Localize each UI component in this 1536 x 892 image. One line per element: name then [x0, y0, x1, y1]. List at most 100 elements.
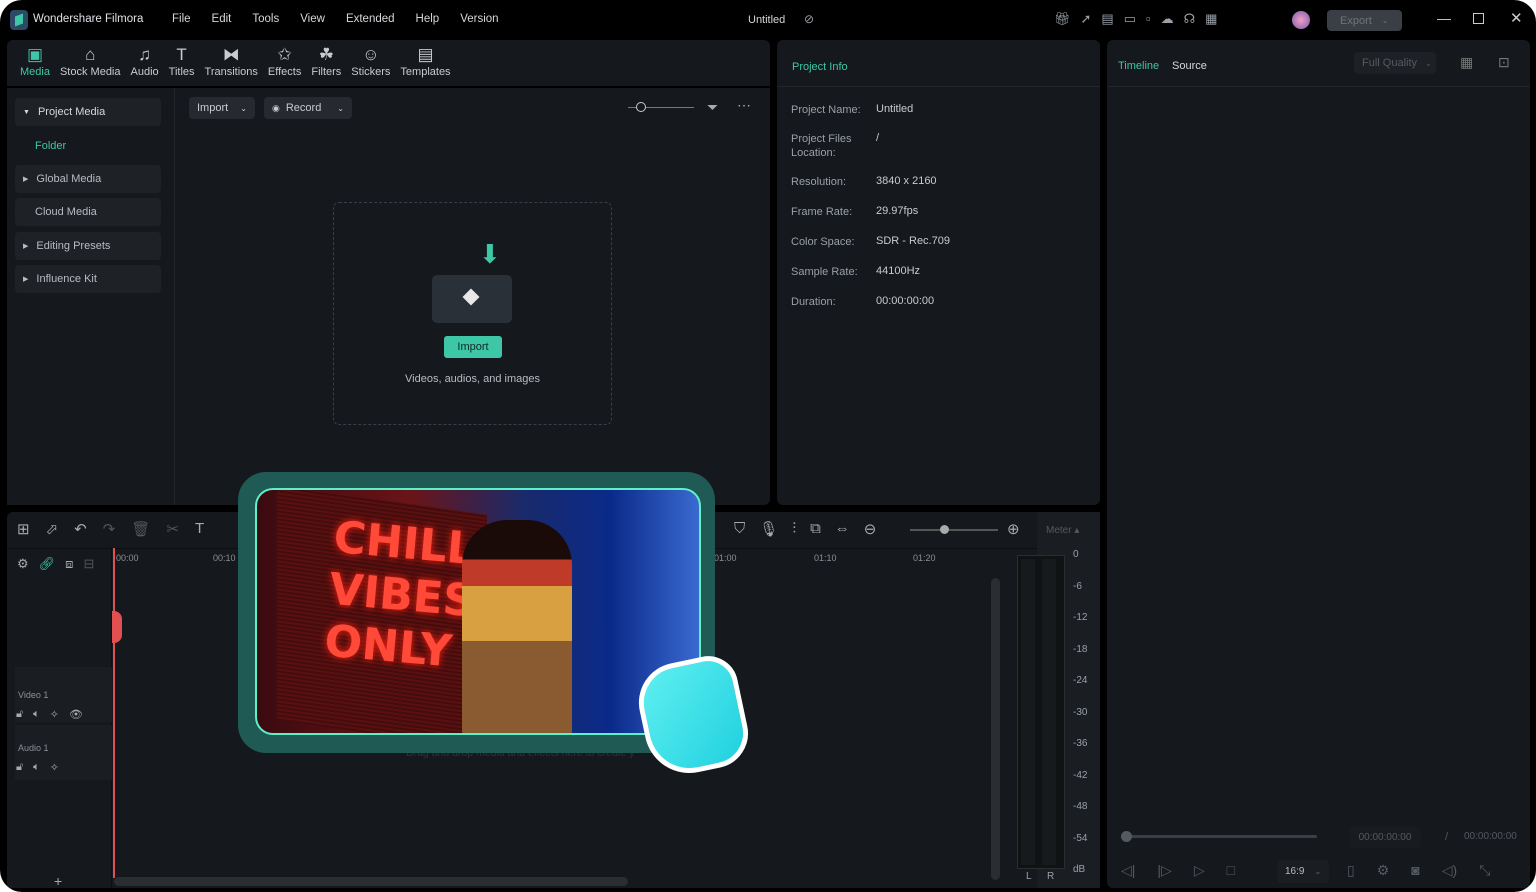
- media-drop-zone[interactable]: ⬇ Import Videos, audios, and images: [333, 202, 612, 425]
- select-tool-icon[interactable]: ⬀: [46, 520, 59, 538]
- menu-view[interactable]: View: [300, 13, 325, 25]
- volume-icon[interactable]: ◁): [1442, 862, 1457, 879]
- undo-icon[interactable]: ↶: [74, 520, 87, 538]
- horizontal-scrollbar[interactable]: [114, 877, 628, 886]
- fullscreen-icon[interactable]: ⤡: [1479, 862, 1490, 879]
- zoom-slider[interactable]: [910, 525, 998, 534]
- send-icon[interactable]: ➚: [1081, 11, 1092, 27]
- waveform-icon[interactable]: ⊡: [1498, 54, 1510, 71]
- thumbnail-size-slider[interactable]: [628, 102, 694, 112]
- fit-icon[interactable]: ⇔: [835, 520, 850, 538]
- import-button[interactable]: Import: [444, 336, 502, 358]
- delete-icon[interactable]: 🗑︎: [131, 520, 150, 538]
- folder-icon: [432, 275, 512, 323]
- record-dropdown[interactable]: ◉ Record ⌄: [264, 97, 352, 119]
- export-button[interactable]: Export ⌄: [1327, 10, 1402, 31]
- mixer-icon[interactable]: ⫶: [792, 520, 796, 538]
- close-icon[interactable]: ✕: [1510, 9, 1523, 27]
- magic-icon[interactable]: ✧: [50, 708, 59, 721]
- snapshot-icon[interactable]: ◙: [1411, 862, 1419, 879]
- tab-timeline[interactable]: Timeline: [1118, 60, 1159, 72]
- eye-icon[interactable]: 👁︎: [69, 708, 83, 721]
- menu-file[interactable]: File: [172, 13, 191, 25]
- tab-source[interactable]: Source: [1172, 60, 1207, 72]
- import-dropdown[interactable]: Import ⌄: [189, 97, 255, 119]
- minimize-icon[interactable]: —: [1437, 10, 1451, 26]
- chevron-down-icon: ⌄: [240, 103, 247, 113]
- quality-dropdown[interactable]: Full Quality ⌄: [1354, 52, 1436, 74]
- more-icon[interactable]: ⋯: [737, 97, 751, 114]
- track-manage-icon[interactable]: ⊟: [83, 556, 94, 572]
- shield-icon[interactable]: ⛉: [734, 520, 745, 538]
- tab-stickers[interactable]: ☺ Stickers: [351, 44, 390, 78]
- tab-transitions[interactable]: ⧓ Transitions: [205, 44, 258, 78]
- display-icon[interactable]: ▯: [1347, 862, 1355, 879]
- sidebar-item-cloud-media[interactable]: Cloud Media: [15, 198, 161, 226]
- layout-grid-icon[interactable]: ⊞: [17, 520, 30, 538]
- zoom-out-icon[interactable]: ⊖: [864, 520, 877, 538]
- menu-help[interactable]: Help: [416, 13, 440, 25]
- tab-label: Templates: [400, 66, 451, 78]
- tab-media[interactable]: ▣ Media: [20, 44, 50, 78]
- playhead-handle[interactable]: [112, 611, 122, 643]
- mute-icon[interactable]: 🔈︎: [33, 761, 40, 774]
- lock-icon[interactable]: 🔓︎: [16, 761, 23, 774]
- tab-templates[interactable]: ▤ Templates: [400, 44, 450, 78]
- replace-icon[interactable]: ⧉: [810, 520, 821, 538]
- track-settings-icon[interactable]: ⚙: [17, 556, 29, 572]
- settings-icon[interactable]: ⚙: [1377, 862, 1390, 879]
- caret-right-icon: ▶: [23, 243, 29, 250]
- preview-progress-slider[interactable]: [1121, 831, 1317, 842]
- grid-view-icon[interactable]: ▦: [1460, 54, 1473, 71]
- filter-icon[interactable]: ⏷: [707, 99, 718, 116]
- mute-icon[interactable]: 🔈︎: [33, 708, 40, 721]
- task-icon[interactable]: ▤: [1101, 11, 1113, 27]
- lock-icon[interactable]: 🔓︎: [16, 708, 23, 721]
- playhead[interactable]: [113, 548, 115, 878]
- tab-filters[interactable]: ☘ Filters: [311, 44, 341, 78]
- sidebar-item-project-media[interactable]: ▼ Project Media: [15, 98, 161, 126]
- text-tool-icon[interactable]: T: [195, 520, 204, 538]
- current-time[interactable]: 00:00:00:00: [1349, 826, 1421, 848]
- menu-edit[interactable]: Edit: [212, 13, 232, 25]
- quality-label: Full Quality: [1362, 57, 1418, 69]
- meter-dropdown[interactable]: Meter ▴: [1046, 525, 1079, 536]
- tab-stock-media[interactable]: ⌂ Stock Media: [60, 44, 121, 78]
- link-icon[interactable]: 🔗︎: [39, 556, 56, 572]
- layout-icon[interactable]: ▭: [1124, 11, 1136, 27]
- apps-grid-icon[interactable]: ▦: [1205, 11, 1217, 27]
- save-icon[interactable]: ▫: [1146, 11, 1151, 27]
- sidebar-item-editing-presets[interactable]: ▶ Editing Presets: [15, 232, 161, 260]
- stop-icon[interactable]: □: [1227, 862, 1235, 879]
- menu-extended[interactable]: Extended: [346, 13, 395, 25]
- headset-icon[interactable]: ☊: [1184, 11, 1196, 27]
- info-key: Duration:: [791, 296, 836, 308]
- redo-icon[interactable]: ↷: [103, 520, 116, 538]
- menu-version[interactable]: Version: [460, 13, 498, 25]
- zoom-in-icon[interactable]: ⊕: [1007, 520, 1020, 538]
- sidebar-item-influence-kit[interactable]: ▶ Influence Kit: [15, 265, 161, 293]
- add-track-icon[interactable]: ⧈: [65, 556, 73, 572]
- menu-tools[interactable]: Tools: [252, 13, 279, 25]
- sticker-icon: ☺: [362, 45, 380, 64]
- cloud-upload-icon[interactable]: ☁: [1161, 11, 1174, 27]
- tab-effects[interactable]: ✩ Effects: [268, 44, 301, 78]
- tab-audio[interactable]: ♫ Audio: [131, 44, 159, 78]
- add-track-button[interactable]: +: [54, 873, 62, 889]
- avatar[interactable]: [1292, 11, 1310, 29]
- vertical-scrollbar[interactable]: [991, 578, 1000, 880]
- microphone-icon[interactable]: 🎙︎: [759, 520, 778, 538]
- sidebar-item-global-media[interactable]: ▶ Global Media: [15, 165, 161, 193]
- sidebar-item-folder[interactable]: Folder: [15, 132, 161, 160]
- aspect-ratio-dropdown[interactable]: 16:9 ⌄: [1277, 860, 1329, 883]
- tab-titles[interactable]: T Titles: [169, 44, 195, 78]
- maximize-icon[interactable]: [1473, 13, 1484, 24]
- gift-icon[interactable]: 🎁︎: [1054, 11, 1071, 27]
- previous-frame-icon[interactable]: ◁|: [1121, 862, 1135, 879]
- magic-icon[interactable]: ✧: [50, 761, 59, 774]
- tab-label: Transitions: [204, 66, 258, 78]
- next-frame-icon[interactable]: |▷: [1157, 862, 1171, 879]
- play-icon[interactable]: ▷: [1194, 862, 1205, 879]
- chevron-down-icon: ⌄: [1381, 16, 1389, 25]
- cut-icon[interactable]: ✂: [166, 520, 179, 538]
